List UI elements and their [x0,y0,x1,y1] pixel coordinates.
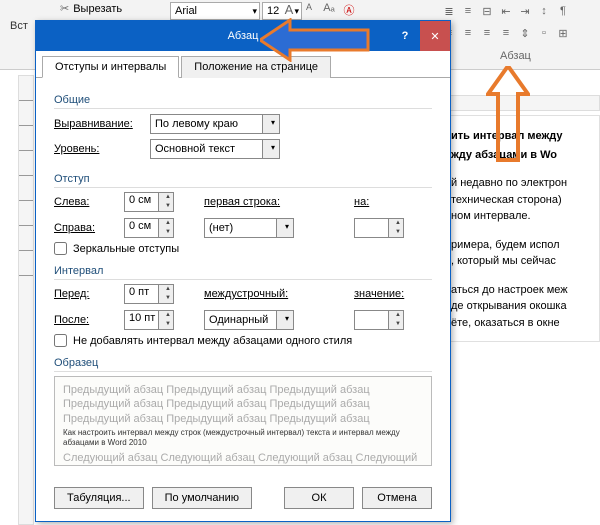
line-spacing-select[interactable]: Одинарный [204,310,294,330]
outline-level-select[interactable]: Основной текст [150,139,280,159]
section-general: Общие [54,94,432,109]
alignment-label: Выравнивание: [54,118,144,130]
horizontal-ruler[interactable] [440,95,600,111]
alignment-select[interactable]: По левому краю [150,114,280,134]
ok-button[interactable]: ОК [284,487,354,509]
mirror-indents-input[interactable] [54,242,67,255]
font-buttons: A A Aₐ Ⓐ [280,2,358,18]
align-right-icon[interactable]: ≡ [478,24,496,42]
tabs-button[interactable]: Табуляция... [54,487,144,509]
decrease-indent-icon[interactable]: ⇤ [497,2,515,20]
dialog-body: Общие Выравнивание: По левому краю Урове… [36,78,450,476]
doc-text: де открывания окошка [451,300,567,312]
increase-indent-icon[interactable]: ⇥ [516,2,534,20]
space-after-spinner[interactable]: 10 пт▲▼ [124,310,174,330]
outline-level-label: Уровень: [54,143,144,155]
paste-button[interactable]: Вст [10,20,28,32]
preview-next: Следующий абзац Следующий абзац Следующи… [63,451,423,466]
sort-icon[interactable]: ↕ [535,2,553,20]
list-buttons: ≣ ≡ ⊟ ⇤ ⇥ ↕ ¶ [440,2,572,20]
paragraph-dialog: Абзац ? ✕ Отступы и интервалы Положение … [35,20,451,522]
doc-text: аться до настроек меж [451,284,568,296]
space-before-spinner[interactable]: 0 пт▲▼ [124,284,174,304]
tab-page-position[interactable]: Положение на странице [181,56,331,78]
shading-icon[interactable]: ▫ [535,24,553,42]
indent-left-label: Слева: [54,196,114,208]
section-spacing: Интервал [54,265,432,280]
dialog-titlebar[interactable]: Абзац ? ✕ [36,21,450,51]
first-line-label: первая строка: [204,196,344,208]
change-case-icon[interactable]: Aₐ [320,2,338,18]
cut-label: Вырезать [73,3,122,15]
bullets-icon[interactable]: ≣ [440,2,458,20]
justify-icon[interactable]: ≡ [497,24,515,42]
space-before-label: Перед: [54,288,114,300]
indent-by-label: на: [354,196,454,208]
doc-text: , который мы сейчас [451,255,556,267]
section-preview: Образец [54,357,432,372]
doc-text: техническая сторона) [451,194,562,206]
preview-current: Как настроить интервал между строк (межд… [63,428,423,449]
doc-text: ёте, оказаться в окне [451,317,560,329]
mirror-indents-label: Зеркальные отступы [73,243,179,255]
close-icon: ✕ [430,30,439,43]
mirror-indents-checkbox[interactable]: Зеркальные отступы [54,242,432,255]
indent-right-spinner[interactable]: 0 см▲▼ [124,218,174,238]
paragraph-group-label[interactable]: Абзац [500,50,531,62]
numbering-icon[interactable]: ≡ [459,2,477,20]
doc-text: й недавно по электрон [451,177,567,189]
font-family-combo[interactable]: Arial [170,2,260,20]
shrink-font-icon[interactable]: A [300,2,318,18]
help-button[interactable]: ? [390,21,420,51]
doc-text: ном интервале. [451,210,531,222]
doc-heading: ить интервал между [451,130,563,142]
app-background: Вст ✂ Вырезать Arial 12 A A Aₐ Ⓐ ≣ ≡ ⊟ ⇤… [0,0,600,525]
close-button[interactable]: ✕ [420,21,450,51]
dialog-title: Абзац [228,30,259,42]
doc-heading2: жду абзацами в Wo [451,149,557,161]
section-indent: Отступ [54,173,432,188]
indent-by-spinner[interactable]: ▲▼ [354,218,404,238]
align-center-icon[interactable]: ≡ [459,24,477,42]
no-space-input[interactable] [54,334,67,347]
cancel-button[interactable]: Отмена [362,487,432,509]
vertical-ruler[interactable] [18,75,34,525]
cut-button[interactable]: ✂ Вырезать [60,2,122,15]
grow-font-icon[interactable]: A [280,2,298,18]
first-line-select[interactable]: (нет) [204,218,294,238]
preview-prev: Предыдущий абзац Предыдущий абзац Предыд… [63,383,423,426]
borders-icon[interactable]: ⊞ [554,24,572,42]
default-button[interactable]: По умолчанию [152,487,252,509]
doc-text: римера, будем испол [451,239,560,251]
pilcrow-icon[interactable]: ¶ [554,2,572,20]
line-spacing-label: междустрочный: [204,288,344,300]
spacing-at-spinner[interactable]: ▲▼ [354,310,404,330]
dialog-tabs: Отступы и интервалы Положение на страниц… [36,51,450,78]
multilevel-icon[interactable]: ⊟ [478,2,496,20]
no-space-same-style-checkbox[interactable]: Не добавлять интервал между абзацами одн… [54,334,432,347]
indent-right-label: Справа: [54,222,114,234]
scissors-icon: ✂ [60,2,69,15]
document-area[interactable]: ить интервал между жду абзацами в Wo й н… [440,115,600,342]
space-after-label: После: [54,314,114,326]
indent-left-spinner[interactable]: 0 см▲▼ [124,192,174,212]
spacing-at-label: значение: [354,288,454,300]
clear-format-icon[interactable]: Ⓐ [340,2,358,18]
preview-box: Предыдущий абзац Предыдущий абзац Предыд… [54,376,432,466]
tab-indents-spacing[interactable]: Отступы и интервалы [42,56,179,78]
no-space-label: Не добавлять интервал между абзацами одн… [73,335,352,347]
align-buttons: ≡ ≡ ≡ ≡ ⇕ ▫ ⊞ [440,24,572,42]
dialog-button-row: Табуляция... По умолчанию ОК Отмена [54,487,432,509]
line-spacing-icon[interactable]: ⇕ [516,24,534,42]
